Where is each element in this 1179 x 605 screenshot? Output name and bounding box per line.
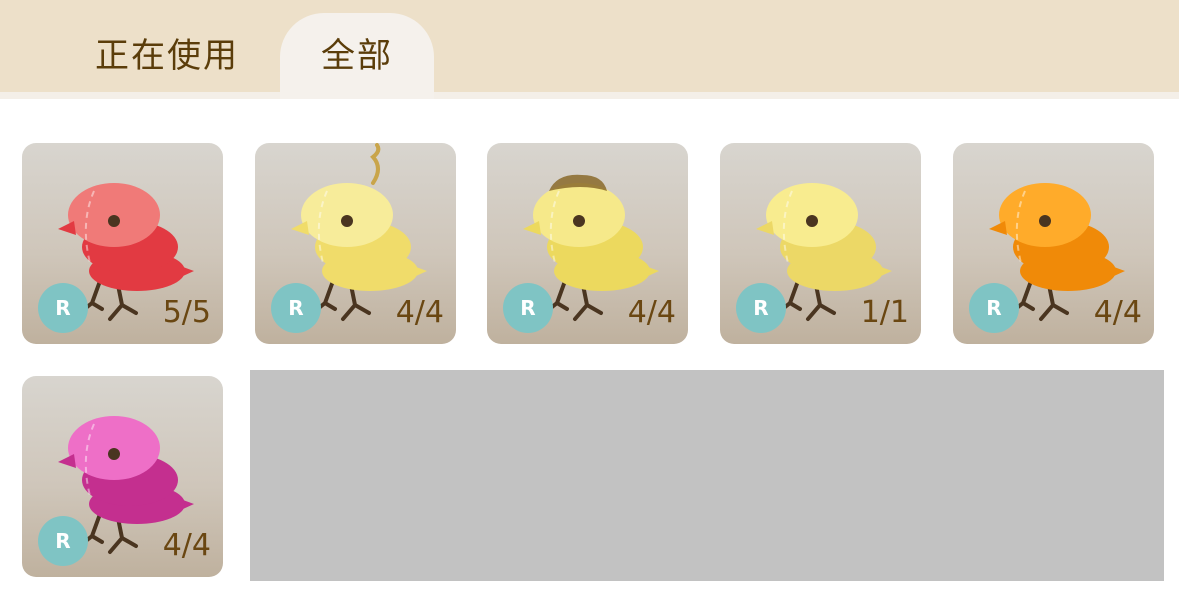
tab-in-use[interactable]: 正在使用 — [72, 13, 262, 99]
item-count: 5/5 — [162, 295, 211, 330]
rank-badge: R — [38, 516, 88, 566]
bird-item-card[interactable]: R 4/4 — [255, 143, 456, 344]
tab-all[interactable]: 全部 — [280, 13, 434, 99]
item-count: 4/4 — [395, 295, 444, 330]
bird-item-card[interactable]: R 1/1 — [720, 143, 921, 344]
rank-badge: R — [271, 283, 321, 333]
rank-badge: R — [38, 283, 88, 333]
item-count: 4/4 — [1093, 295, 1142, 330]
bird-item-card[interactable]: R 5/5 — [22, 143, 223, 344]
rank-badge: R — [503, 283, 553, 333]
bird-item-card[interactable]: R 4/4 — [953, 143, 1154, 344]
bird-item-card[interactable]: R 4/4 — [22, 376, 223, 577]
rank-badge: R — [736, 283, 786, 333]
rank-badge: R — [969, 283, 1019, 333]
item-count: 4/4 — [627, 295, 676, 330]
empty-placeholder — [250, 370, 1164, 581]
item-count: 4/4 — [162, 528, 211, 563]
bird-item-card[interactable]: R 4/4 — [487, 143, 688, 344]
item-count: 1/1 — [860, 295, 909, 330]
